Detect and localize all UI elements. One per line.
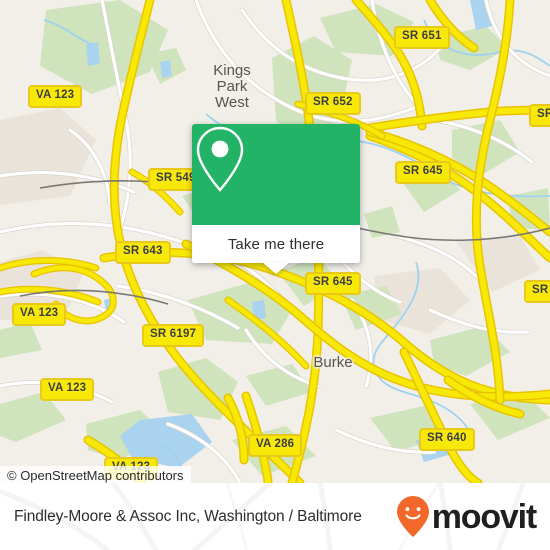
place-label-line: Burke [313,354,353,371]
map-canvas[interactable]: .park{fill:#cfe3bd;} .resid{fill:#e9e3da… [0,0,550,483]
moovit-smiley-pin-icon [396,495,429,537]
moovit-brand[interactable]: moovit [396,495,537,539]
road-shield-sr-645-south: SR 645 [305,272,361,295]
road-shield-sr-640: SR 640 [419,428,475,451]
road-shield-sr-645-north: SR 645 [395,161,451,184]
road-shield-sr-652: SR 652 [305,92,361,115]
road-shield-sr-edge-right-top: SR [529,104,550,127]
place-label-burke: Burke [313,355,352,371]
moovit-wordmark: moovit [431,497,537,536]
road-shield-va-123: VA 123 [28,85,83,108]
footer-bar: Findley-Moore & Assoc Inc, Washington / … [0,483,550,550]
take-me-there-button[interactable]: Take me there [192,225,360,263]
take-me-there-label: Take me there [227,235,325,253]
road-shield-sr-643: SR 643 [115,241,171,264]
popup-pointer [263,263,289,274]
place-label-kings-park-west: Kings Park West [213,63,251,111]
road-shield-va-286: VA 286 [248,434,303,457]
road-shield-sr-6197: SR 6197 [142,324,205,347]
take-me-there-popup[interactable]: Take me there [192,124,360,274]
footer-content: Findley-Moore & Assoc Inc, Washington / … [0,483,550,550]
map-pin-icon [196,126,244,192]
location-title: Findley-Moore & Assoc Inc, Washington / … [14,507,362,525]
moovit-map-screenshot: .park{fill:#cfe3bd;} .resid{fill:#e9e3da… [0,0,550,550]
road-shield-va-123-southwest: VA 123 [40,378,95,401]
road-shield-sr-edge-right-mid: SR 6 [524,280,550,303]
road-shield-va-123-west: VA 123 [12,303,67,326]
place-label-line: Kings [213,62,251,79]
osm-attribution[interactable]: © OpenStreetMap contributors [0,466,191,483]
road-shield-sr-651: SR 651 [394,26,450,49]
place-label-line: Park [216,78,248,95]
popup-header [192,124,360,225]
place-label-line: West [215,94,249,111]
